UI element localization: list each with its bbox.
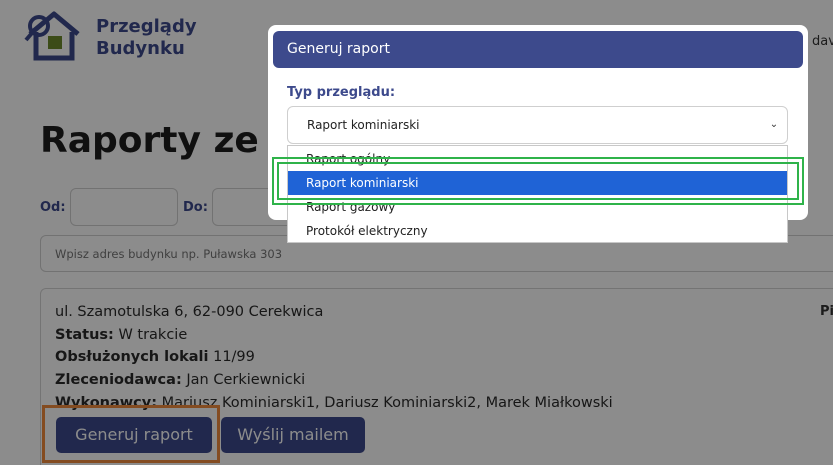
report-type-select[interactable]: Raport kominiarski ⌄ bbox=[287, 106, 788, 144]
selected-option-highlight bbox=[272, 157, 804, 205]
chevron-down-icon: ⌄ bbox=[769, 119, 779, 130]
report-type-selected-value: Raport kominiarski bbox=[307, 118, 420, 132]
option-electrical-protocol[interactable]: Protokół elektryczny bbox=[288, 219, 787, 243]
report-type-label: Typ przeglądu: bbox=[287, 85, 396, 100]
selected-option-highlight-inner bbox=[277, 162, 799, 200]
modal-title: Generuj raport bbox=[273, 31, 803, 68]
